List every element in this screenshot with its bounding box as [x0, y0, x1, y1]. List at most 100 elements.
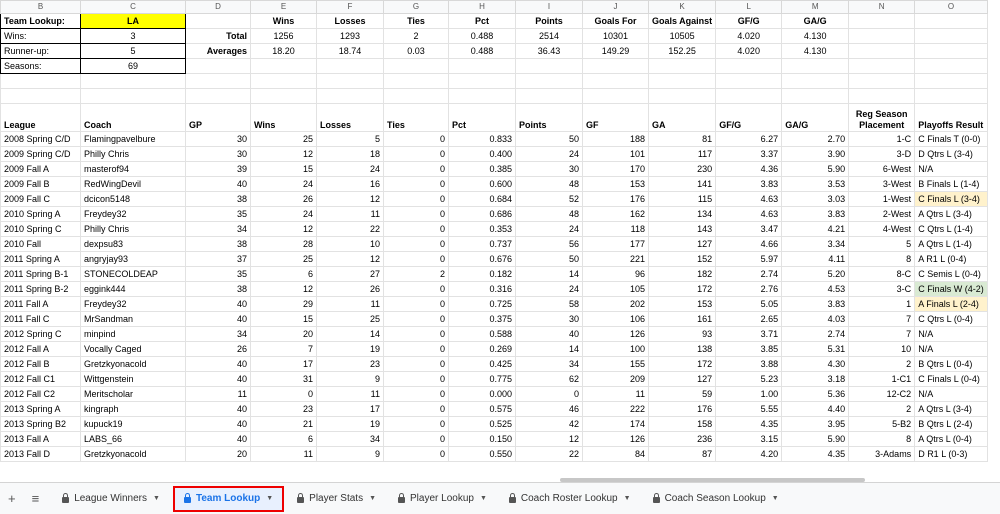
column-header[interactable]: G	[383, 0, 449, 14]
column-header[interactable]: I	[515, 0, 583, 14]
table-cell[interactable]: 162	[582, 206, 649, 222]
table-cell[interactable]: Freydey32	[80, 206, 186, 222]
table-cell[interactable]: 28	[250, 236, 317, 252]
table-cell[interactable]: 3.53	[781, 176, 850, 192]
table-cell[interactable]: 12-C2	[848, 386, 916, 402]
table-cell[interactable]: 127	[647, 371, 717, 387]
total-cell[interactable]: 4.020	[715, 28, 783, 44]
table-cell[interactable]: 0	[383, 191, 449, 207]
table-cell[interactable]: 0.684	[448, 191, 516, 207]
table-cell[interactable]: 12	[515, 431, 583, 447]
table-cell[interactable]: Vocally Caged	[80, 341, 186, 357]
table-cell[interactable]: 176	[582, 191, 649, 207]
table-cell[interactable]: 5.23	[715, 371, 783, 387]
summary-header[interactable]: Ties	[383, 13, 449, 29]
table-cell[interactable]: 0.182	[448, 266, 516, 282]
cell[interactable]	[647, 58, 717, 74]
table-cell[interactable]: 177	[582, 236, 649, 252]
table-cell[interactable]: 23	[316, 356, 384, 372]
chevron-down-icon[interactable]: ▼	[266, 495, 273, 502]
table-cell[interactable]: 6.27	[715, 131, 783, 147]
table-cell[interactable]: 0.775	[448, 371, 516, 387]
table-cell[interactable]: 24	[515, 221, 583, 237]
total-cell[interactable]: 2	[383, 28, 449, 44]
playoffs-result-cell[interactable]: C Finals W (4-2)	[914, 281, 988, 297]
table-cell[interactable]: 30	[515, 311, 583, 327]
table-cell[interactable]: 25	[250, 251, 317, 267]
table-cell[interactable]: 34	[185, 326, 251, 342]
table-cell[interactable]: 8-C	[848, 266, 916, 282]
cell[interactable]	[848, 28, 916, 44]
table-cell[interactable]: minpind	[80, 326, 186, 342]
table-header[interactable]: Coach	[80, 103, 186, 132]
table-cell[interactable]: 11	[582, 386, 649, 402]
table-cell[interactable]: 2-West	[848, 206, 916, 222]
table-cell[interactable]: 2	[383, 266, 449, 282]
cell[interactable]	[848, 73, 916, 89]
table-cell[interactable]: 11	[316, 206, 384, 222]
playoffs-result-cell[interactable]: C Finals L (3-4)	[914, 191, 988, 207]
table-cell[interactable]: 0	[383, 251, 449, 267]
table-cell[interactable]: 3.95	[781, 416, 850, 432]
table-cell[interactable]: 2	[848, 401, 916, 417]
table-cell[interactable]: 40	[185, 356, 251, 372]
table-cell[interactable]: 0	[383, 356, 449, 372]
cell[interactable]	[383, 88, 449, 104]
table-cell[interactable]: Philly Chris	[80, 221, 186, 237]
table-cell[interactable]: 24	[515, 146, 583, 162]
table-cell[interactable]: RedWingDevil	[80, 176, 186, 192]
table-cell[interactable]: eggink444	[80, 281, 186, 297]
table-cell[interactable]: 22	[515, 446, 583, 462]
table-cell[interactable]: 4.63	[715, 191, 783, 207]
table-cell[interactable]: 182	[647, 266, 717, 282]
tab-coach-season-lookup[interactable]: Coach Season Lookup ▼	[644, 488, 788, 510]
table-cell[interactable]: 3.34	[781, 236, 850, 252]
table-cell[interactable]: 11	[185, 386, 251, 402]
table-cell[interactable]: 0	[383, 161, 449, 177]
cell[interactable]	[185, 88, 251, 104]
table-cell[interactable]: 221	[582, 251, 649, 267]
table-cell[interactable]: 17	[316, 401, 384, 417]
table-cell[interactable]: 21	[250, 416, 317, 432]
table-cell[interactable]: 6-West	[848, 161, 916, 177]
column-header[interactable]: M	[781, 0, 850, 14]
table-cell[interactable]: 18	[316, 146, 384, 162]
playoffs-result-cell[interactable]: N/A	[914, 326, 988, 342]
table-cell[interactable]: 4.21	[781, 221, 850, 237]
table-cell[interactable]: 4.35	[781, 446, 850, 462]
table-cell[interactable]: 2012 Fall B	[0, 356, 81, 372]
table-cell[interactable]: 0	[383, 431, 449, 447]
table-cell[interactable]: 12	[316, 251, 384, 267]
table-cell[interactable]: 3-Adams	[848, 446, 916, 462]
table-header[interactable]: GA	[647, 103, 717, 132]
table-cell[interactable]: 6	[250, 431, 317, 447]
table-cell[interactable]: 127	[647, 236, 717, 252]
table-cell[interactable]: 2009 Spring C/D	[0, 146, 81, 162]
table-cell[interactable]: 3.03	[781, 191, 850, 207]
total-cell[interactable]: 1256	[250, 28, 317, 44]
cell[interactable]	[250, 73, 317, 89]
table-cell[interactable]: 50	[515, 131, 583, 147]
table-cell[interactable]: 101	[582, 146, 649, 162]
total-cell[interactable]: 10301	[582, 28, 649, 44]
table-cell[interactable]: 5.20	[781, 266, 850, 282]
table-cell[interactable]: 2.65	[715, 311, 783, 327]
table-cell[interactable]: 2.74	[715, 266, 783, 282]
table-cell[interactable]: 2012 Fall A	[0, 341, 81, 357]
table-cell[interactable]: 87	[647, 446, 717, 462]
table-cell[interactable]: dexpsu83	[80, 236, 186, 252]
table-cell[interactable]: 16	[316, 176, 384, 192]
table-cell[interactable]: 0.600	[448, 176, 516, 192]
table-cell[interactable]: 3.90	[781, 146, 850, 162]
table-cell[interactable]: 153	[582, 176, 649, 192]
table-cell[interactable]: 4.03	[781, 311, 850, 327]
table-cell[interactable]: angryjay93	[80, 251, 186, 267]
table-cell[interactable]: 2012 Spring C	[0, 326, 81, 342]
averages-label[interactable]: Averages	[185, 43, 251, 59]
column-header[interactable]: F	[316, 0, 384, 14]
table-cell[interactable]: 174	[582, 416, 649, 432]
cell[interactable]	[848, 88, 916, 104]
table-cell[interactable]: 46	[515, 401, 583, 417]
table-cell[interactable]: 5.31	[781, 341, 850, 357]
table-cell[interactable]: STONECOLDEAP	[80, 266, 186, 282]
